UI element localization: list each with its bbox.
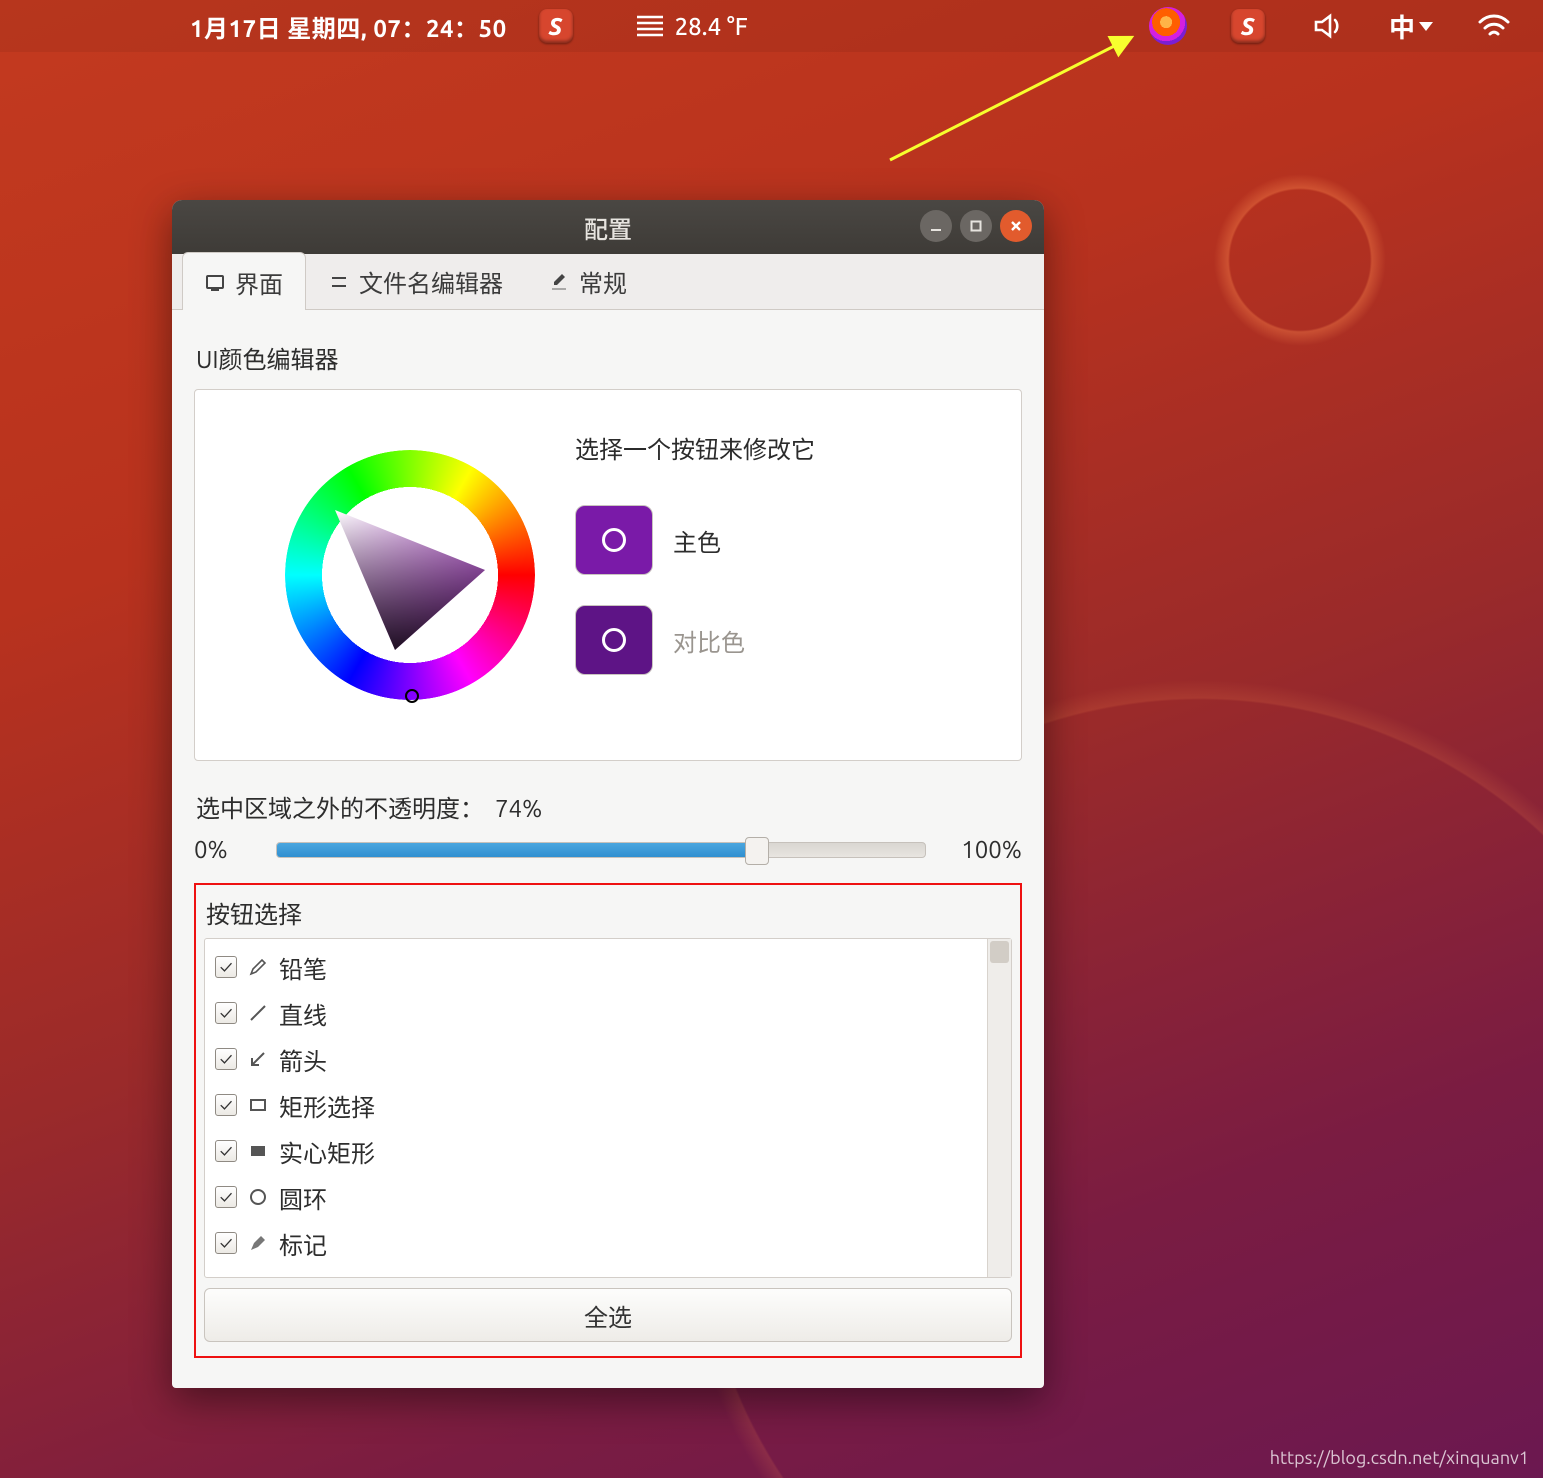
tool-label: 矩形选择 [279, 1088, 375, 1123]
sv-triangle[interactable] [325, 500, 495, 650]
color-prompt-label: 选择一个按钮来修改它 [575, 430, 815, 465]
tool-checkbox[interactable]: ✓ [215, 1140, 237, 1162]
tool-label: 铅笔 [279, 950, 327, 985]
primary-color-label: 主色 [673, 523, 721, 558]
tab-filename-editor[interactable]: 文件名编辑器 [306, 251, 526, 309]
button-selection-label: 按钮选择 [206, 895, 1012, 930]
tool-item-rect[interactable]: ✓ 矩形选择 [215, 1085, 977, 1125]
tool-checkbox[interactable]: ✓ [215, 1048, 237, 1070]
ui-color-editor-label: UI颜色编辑器 [196, 340, 1022, 375]
contrast-color-label: 对比色 [673, 623, 745, 658]
tool-checkbox[interactable]: ✓ [215, 1094, 237, 1116]
tool-item-pencil[interactable]: ✓ 铅笔 [215, 947, 977, 987]
tab-filename-label: 文件名编辑器 [359, 264, 503, 299]
window-close-button[interactable] [1000, 210, 1032, 242]
tool-label: 直线 [279, 996, 327, 1031]
contrast-color-swatch[interactable] [575, 605, 653, 675]
tab-interface-label: 界面 [235, 265, 283, 300]
rect-icon [247, 1094, 269, 1116]
sound-icon[interactable] [1309, 7, 1347, 45]
tool-label: 实心矩形 [279, 1134, 375, 1169]
config-window: 配置 界面 文件名编辑器 常规 UI颜色编辑器 [172, 200, 1044, 1388]
sogou-indicator-icon[interactable]: S [537, 7, 575, 45]
wifi-icon[interactable] [1475, 7, 1513, 45]
ime-label-text: 中 [1389, 8, 1415, 45]
pencil-icon [247, 956, 269, 978]
tool-item-arrow[interactable]: ✓ 箭头 [215, 1039, 977, 1079]
ime-indicator[interactable]: 中 [1389, 8, 1433, 45]
scrollbar-thumb[interactable] [990, 941, 1009, 963]
primary-color-swatch[interactable] [575, 505, 653, 575]
tool-list-scrollbar[interactable] [987, 939, 1011, 1277]
clock-label: 1月17日 星期四, 07：24：50 [190, 9, 507, 44]
tool-checkbox[interactable]: ✓ [215, 1232, 237, 1254]
top-panel: 1月17日 星期四, 07：24：50 S 28.4 °F S 中 [0, 0, 1543, 52]
arrow-icon [247, 1048, 269, 1070]
window-title: 配置 [584, 210, 632, 245]
opacity-slider[interactable] [276, 842, 926, 858]
system-tray: S 中 [1149, 7, 1523, 45]
opacity-label: 选中区域之外的不透明度： [196, 795, 484, 822]
tool-label: 箭头 [279, 1042, 327, 1077]
select-all-button[interactable]: 全选 [204, 1288, 1012, 1342]
color-wheel[interactable] [285, 450, 535, 700]
line-icon [247, 1002, 269, 1024]
window-minimize-button[interactable] [920, 210, 952, 242]
general-tab-icon [549, 272, 569, 292]
marker-icon [247, 1232, 269, 1254]
chevron-down-icon [1419, 22, 1433, 31]
fog-icon [635, 13, 665, 39]
flameshot-tray-icon[interactable] [1149, 7, 1187, 45]
watermark-label: https://blog.csdn.net/xinquanv1 [1270, 1448, 1529, 1468]
tool-list: ✓ 铅笔 ✓ 直线 ✓ 箭头 ✓ 矩形选择 ✓ 实心矩形 ✓ 圆环 ✓ 标记 [204, 938, 1012, 1278]
window-titlebar[interactable]: 配置 [172, 200, 1044, 254]
interface-tab-icon [205, 273, 225, 293]
tool-label: 圆环 [279, 1180, 327, 1215]
temperature-label: 28.4 °F [675, 13, 748, 40]
color-editor-panel: 选择一个按钮来修改它 主色 对比色 [194, 389, 1022, 761]
opacity-max-label: 100% [942, 836, 1022, 863]
weather-indicator[interactable]: 28.4 °F [635, 13, 748, 40]
tab-pane-interface: UI颜色编辑器 [172, 310, 1044, 1388]
tool-checkbox[interactable]: ✓ [215, 1186, 237, 1208]
tab-general[interactable]: 常规 [526, 251, 650, 309]
tool-item-circle[interactable]: ✓ 圆环 [215, 1177, 977, 1217]
tool-checkbox[interactable]: ✓ [215, 956, 237, 978]
tool-checkbox[interactable]: ✓ [215, 1002, 237, 1024]
tool-label: 标记 [279, 1226, 327, 1261]
opacity-slider-thumb[interactable] [745, 837, 769, 865]
opacity-value: 74% [495, 795, 542, 822]
opacity-min-label: 0% [194, 836, 260, 863]
tool-item-line[interactable]: ✓ 直线 [215, 993, 977, 1033]
tab-general-label: 常规 [579, 264, 627, 299]
filename-tab-icon [329, 272, 349, 292]
hue-handle[interactable] [405, 689, 419, 703]
tool-item-marker[interactable]: ✓ 标记 [215, 1223, 977, 1263]
circle-icon [247, 1186, 269, 1208]
rect-solid-icon [247, 1140, 269, 1162]
button-selection-section: 按钮选择 ✓ 铅笔 ✓ 直线 ✓ 箭头 ✓ 矩形选择 ✓ 实心矩形 ✓ 圆环 ✓ 标记 全选 [194, 883, 1022, 1358]
sogou-tray-icon[interactable]: S [1229, 7, 1267, 45]
tool-item-rect-solid[interactable]: ✓ 实心矩形 [215, 1131, 977, 1171]
window-maximize-button[interactable] [960, 210, 992, 242]
tab-interface[interactable]: 界面 [182, 252, 306, 310]
opacity-section: 选中区域之外的不透明度： 74% 0% 100% [194, 789, 1022, 863]
tab-bar: 界面 文件名编辑器 常规 [172, 254, 1044, 310]
